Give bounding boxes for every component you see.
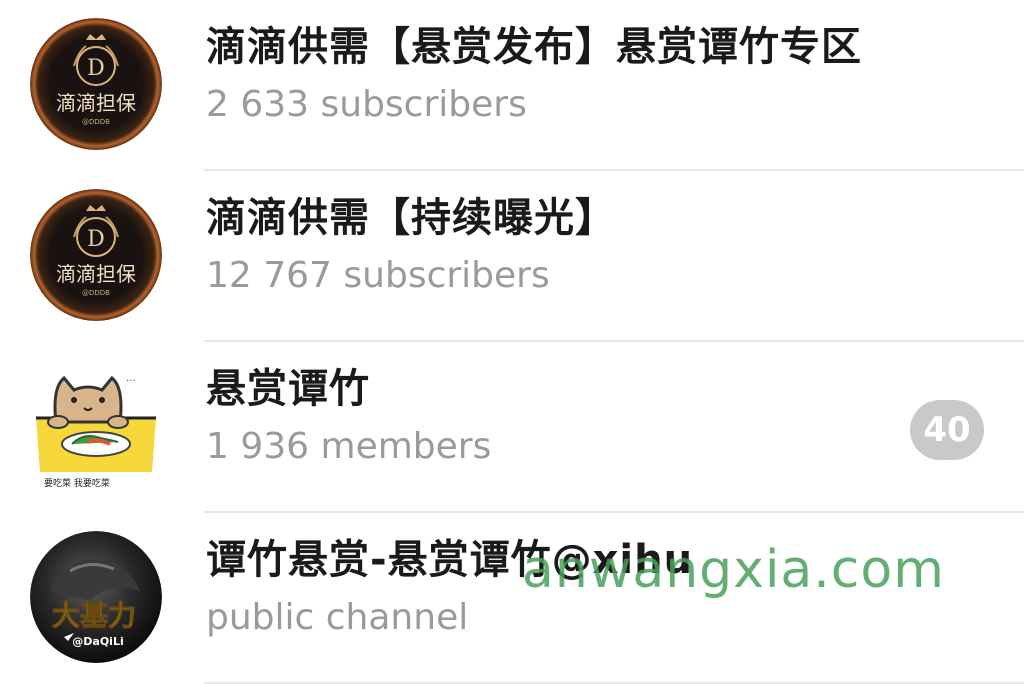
chat-title: 滴滴供需【悬赏发布】悬赏谭竹专区 [206, 24, 862, 70]
chat-subtitle: 2 633 subscribers [206, 84, 527, 125]
svg-text:@DDDB: @DDDB [82, 118, 110, 126]
svg-text:···: ··· [126, 376, 136, 387]
watermark-text: anwangxia.com [522, 540, 945, 600]
svg-text:D: D [87, 56, 105, 81]
unread-badge: 40 [910, 400, 984, 460]
chat-title: 悬赏谭竹 [206, 366, 370, 412]
svg-text:滴滴担保: 滴滴担保 [56, 262, 136, 286]
svg-text:@DaQiLi: @DaQiLi [72, 635, 123, 648]
cat-eating-sticker-icon: ··· 要吃菜 我要吃菜 [30, 360, 162, 492]
chat-title: 滴滴供需【持续曝光】 [206, 195, 616, 241]
svg-text:滴滴担保: 滴滴担保 [56, 91, 136, 115]
chat-row-bounty-tanzhu[interactable]: ··· 要吃菜 我要吃菜 悬赏谭竹 1 936 members 40 [0, 342, 1024, 513]
chat-subtitle: 12 767 subscribers [206, 255, 550, 296]
svg-text:@DDDB: @DDDB [82, 289, 110, 297]
didi-escrow-logo-icon: D 滴滴担保 @DDDB [30, 18, 162, 150]
svg-text:要吃菜 我要吃菜: 要吃菜 我要吃菜 [44, 477, 110, 489]
svg-text:大基力: 大基力 [52, 599, 136, 632]
chat-row-didi-exposure[interactable]: D 滴滴担保 @DDDB 滴滴供需【持续曝光】 12 767 subscribe… [0, 171, 1024, 342]
svg-text:D: D [87, 227, 105, 252]
chat-row-didi-bounty[interactable]: D 滴滴担保 @DDDB 滴滴供需【悬赏发布】悬赏谭竹专区 2 633 subs… [0, 0, 1024, 171]
chat-subtitle: 1 936 members [206, 426, 492, 467]
chat-subtitle: public channel [206, 597, 469, 638]
didi-escrow-logo-icon: D 滴滴担保 @DDDB [30, 189, 162, 321]
daqili-logo-icon: 大基力 @DaQiLi [30, 531, 162, 663]
